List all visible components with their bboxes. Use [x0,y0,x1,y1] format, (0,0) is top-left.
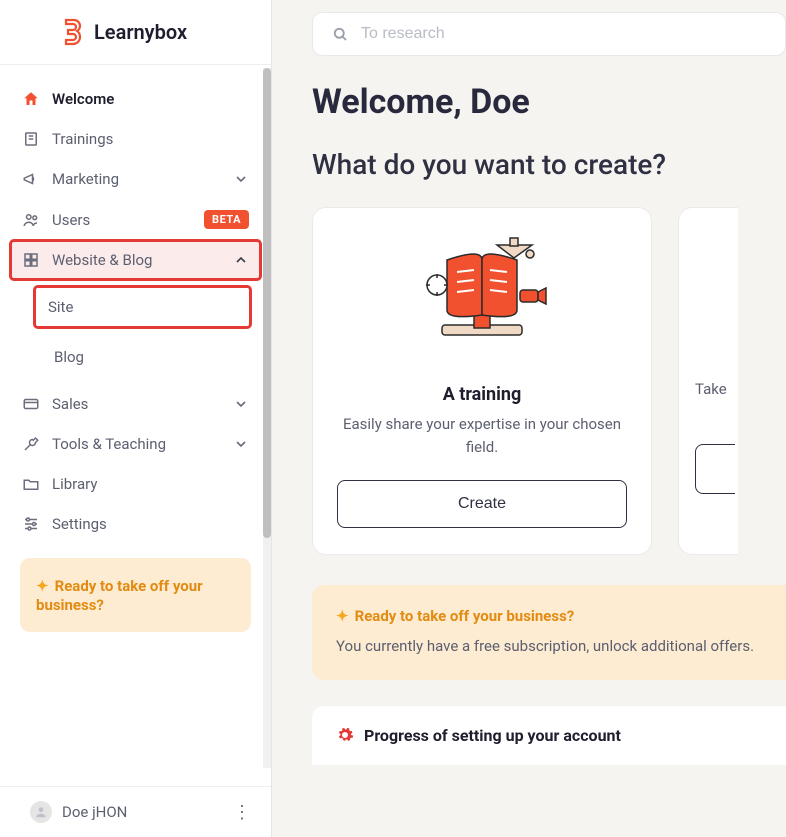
search-bar[interactable] [312,12,786,56]
folder-icon [22,475,40,493]
nav-label: Users [52,211,90,229]
nav-website-blog-subitems: Site Blog [10,286,261,378]
star-icon: ✦ [36,577,49,595]
sliders-icon [22,515,40,533]
create-button-fragment[interactable] [695,444,735,494]
create-cards: A training Easily share your expertise i… [312,207,786,555]
nav-welcome[interactable]: Welcome [10,79,261,119]
training-illustration-icon [402,230,562,370]
star-icon: ✦ [336,607,349,625]
page-subtitle: What do you want to create? [312,148,786,181]
chevron-down-icon [233,396,249,412]
sidebar-promo-card[interactable]: ✦Ready to take off your business? [20,558,251,632]
search-input[interactable] [361,25,767,43]
brand-logo[interactable]: Learnybox [0,0,271,65]
nav-blog[interactable]: Blog [40,336,261,378]
nav-label: Website & Blog [52,251,152,269]
book-icon [22,130,40,148]
sidebar: Learnybox Welcome Trainings Marketing [0,0,272,837]
progress-title: Progress of setting up your account [364,726,621,745]
card-desc: Easily share your expertise in your chos… [337,413,627,458]
nav-label: Trainings [52,130,113,148]
user-name: Doe jHON [62,803,127,821]
gear-icon [336,726,354,744]
nav-settings[interactable]: Settings [10,504,261,544]
page-title: Welcome, Doe [312,82,786,122]
nav-website-blog[interactable]: Website & Blog [10,240,261,280]
create-button[interactable]: Create [337,480,627,528]
nav-label: Marketing [52,170,119,188]
nav-label: Library [52,475,97,493]
content: Welcome, Doe What do you want to create? [272,56,786,765]
card-peek-next: Take [678,207,738,555]
megaphone-icon [22,170,40,188]
nav: Welcome Trainings Marketing Users BETA [0,65,271,786]
chevron-down-icon [233,436,249,452]
upgrade-banner[interactable]: ✦ Ready to take off your business? You c… [312,585,786,680]
search-icon [331,25,349,43]
beta-badge: BETA [204,210,249,229]
nav-site[interactable]: Site [34,286,251,328]
nav-label: Blog [54,348,84,366]
learnybox-logo-icon [60,18,84,46]
nav-marketing[interactable]: Marketing [10,159,261,199]
promo-text: ✦Ready to take off your business? [36,577,203,614]
avatar-icon [30,801,52,823]
nav-label: Settings [52,515,107,533]
nav-tools-teaching[interactable]: Tools & Teaching [10,424,261,464]
user-row[interactable]: Doe jHON ⋮ [0,786,271,837]
nav-trainings[interactable]: Trainings [10,119,261,159]
banner-title: ✦ Ready to take off your business? [336,607,762,625]
nav-label: Welcome [52,90,114,108]
chevron-down-icon [233,171,249,187]
card-desc: Take [695,380,727,398]
nav-library[interactable]: Library [10,464,261,504]
home-icon [22,90,40,108]
main: Welcome, Doe What do you want to create? [272,0,786,837]
progress-card[interactable]: Progress of setting up your account [312,706,786,765]
nav-label: Site [48,298,73,316]
brand-name: Learnybox [94,20,187,44]
chevron-up-icon [233,252,249,268]
banner-text: You currently have a free subscription, … [336,635,762,658]
nav-label: Tools & Teaching [52,435,166,453]
nav-sales[interactable]: Sales [10,384,261,424]
card-icon [22,395,40,413]
nav-users[interactable]: Users BETA [10,199,261,240]
more-icon[interactable]: ⋮ [233,802,251,823]
card-title: A training [443,384,522,405]
scrollbar-thumb[interactable] [263,68,271,538]
wrench-icon [22,435,40,453]
users-icon [22,211,40,229]
card-training: A training Easily share your expertise i… [312,207,652,555]
nav-label: Sales [52,395,88,413]
grid-icon [22,251,40,269]
